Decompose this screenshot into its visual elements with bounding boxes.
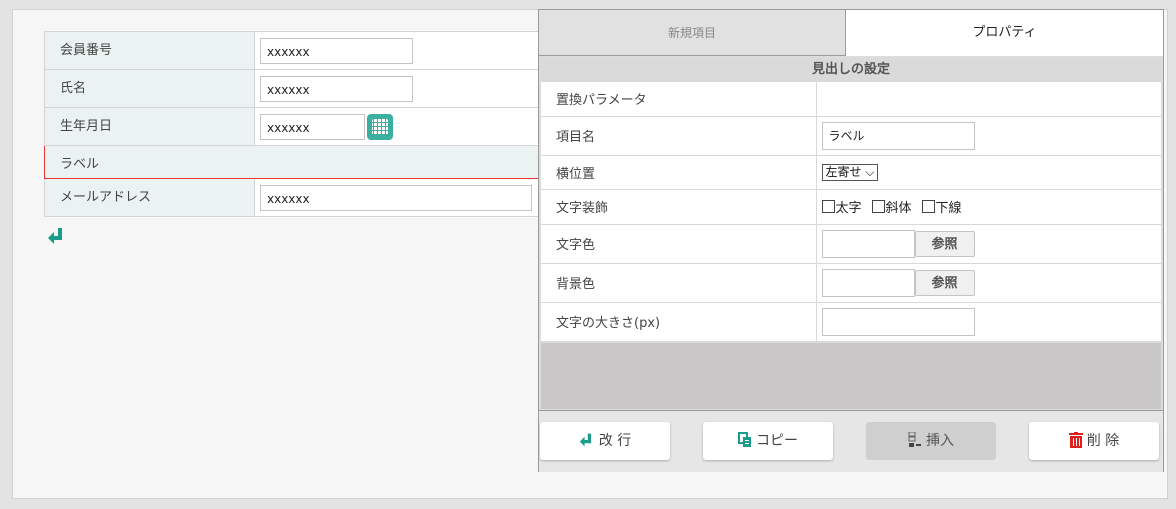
form-row[interactable]: 生年月日 xxxxxx [44, 107, 564, 146]
member-number-input[interactable]: xxxxxx [260, 37, 413, 64]
bg-color-browse-button[interactable]: 参照 [914, 269, 975, 296]
field-label: 会員番号 [44, 31, 255, 70]
insert-button[interactable]: 挿入 [866, 422, 996, 460]
field-label: 生年月日 [44, 107, 255, 146]
form-row[interactable]: 会員番号 xxxxxx [44, 31, 564, 70]
calendar-icon[interactable] [367, 113, 393, 140]
bg-color-input[interactable] [821, 268, 915, 297]
trash-icon [1068, 432, 1083, 448]
form-preview-table: 会員番号 xxxxxx 氏名 xxxxxx 生年月日 xxxxxx ラベル メー… [44, 31, 564, 217]
checkbox-icon [921, 200, 935, 213]
text-color-input[interactable] [821, 229, 915, 258]
prop-label: 置換パラメータ [541, 82, 817, 117]
newline-icon [579, 433, 591, 447]
label-row-text: ラベル [44, 145, 564, 179]
birthdate-input[interactable]: xxxxxx [260, 113, 365, 140]
field-label: 氏名 [44, 69, 255, 108]
tab-properties[interactable]: プロパティ [846, 10, 1163, 56]
email-input[interactable]: xxxxxx [260, 184, 532, 211]
prop-row: 項目名 ラベル [541, 116, 1161, 156]
copy-icon [738, 432, 751, 447]
prop-label: 項目名 [541, 116, 817, 156]
italic-checkbox[interactable]: 斜体 [871, 200, 912, 216]
panel-tabs: 新規項目 プロパティ [539, 10, 1163, 56]
properties-table: 置換パラメータ 項目名 ラベル 横位置 左寄せ ⌵ 文字装飾 太字 斜体 下線 文字… [541, 82, 1161, 342]
prop-row: 文字の大きさ(px) [541, 302, 1161, 342]
bold-checkbox[interactable]: 太字 [821, 200, 862, 216]
section-title: 見出しの設定 [541, 58, 1161, 82]
form-row[interactable]: メールアドレス xxxxxx [44, 178, 564, 217]
prop-label: 文字装飾 [541, 189, 817, 225]
font-size-input[interactable] [821, 307, 975, 336]
newline-marker-icon [48, 228, 62, 244]
checkbox-icon [871, 200, 885, 213]
newline-button[interactable]: 改 行 [540, 422, 670, 460]
text-color-browse-button[interactable]: 参照 [914, 230, 975, 257]
prop-label: 文字色 [541, 224, 817, 264]
prop-row: 横位置 左寄せ ⌵ [541, 155, 1161, 190]
field-label: メールアドレス [44, 178, 255, 217]
prop-label: 背景色 [541, 263, 817, 303]
insert-icon [908, 431, 921, 447]
prop-row: 置換パラメータ [541, 82, 1161, 117]
underline-checkbox[interactable]: 下線 [921, 200, 962, 216]
prop-label: 文字の大きさ(px) [541, 302, 817, 342]
panel-footer: 改 行 コピー 挿入 削 除 [539, 410, 1163, 472]
form-row-selected[interactable]: ラベル [44, 145, 564, 179]
delete-button[interactable]: 削 除 [1029, 422, 1159, 460]
checkbox-icon [821, 200, 835, 213]
panel-empty-area [541, 343, 1161, 409]
name-input[interactable]: xxxxxx [260, 75, 413, 102]
copy-button[interactable]: コピー [703, 422, 833, 460]
prop-label: 横位置 [541, 155, 817, 190]
property-panel: 新規項目 プロパティ 見出しの設定 置換パラメータ 項目名 ラベル 横位置 左寄… [538, 9, 1164, 472]
horizontal-position-select[interactable]: 左寄せ ⌵ [821, 163, 879, 181]
tab-new-item[interactable]: 新規項目 [539, 10, 846, 56]
prop-row: 背景色 参照 [541, 263, 1161, 303]
prop-row: 文字装飾 太字 斜体 下線 [541, 189, 1161, 225]
form-row[interactable]: 氏名 xxxxxx [44, 69, 564, 108]
prop-row: 文字色 参照 [541, 224, 1161, 264]
item-name-input[interactable]: ラベル [821, 121, 975, 150]
